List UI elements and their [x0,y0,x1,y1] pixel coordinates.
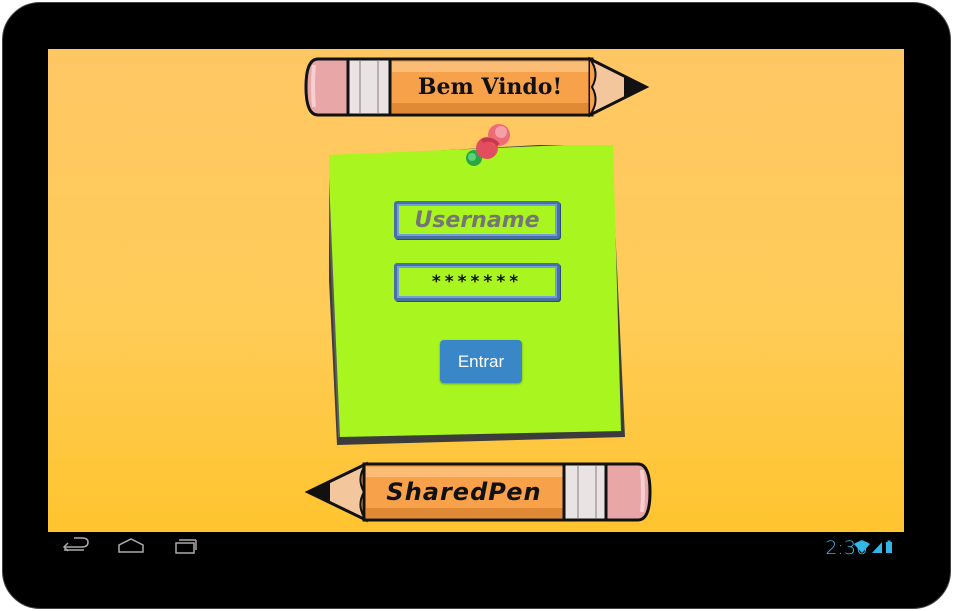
battery-icon [886,540,892,553]
username-input[interactable] [394,201,560,239]
brand-pencil-banner: SharedPen [304,460,652,524]
login-button[interactable]: Entrar [440,340,522,383]
signal-icon [872,542,882,553]
wifi-icon [854,541,870,553]
recents-icon[interactable] [168,532,202,562]
welcome-title: Bem Vindo! [417,74,563,100]
home-icon[interactable] [114,532,148,562]
password-input[interactable]: ******* [394,263,560,301]
system-navigation-bar: 2:30 [48,532,904,562]
welcome-pencil-banner: Bem Vindo! [304,55,652,121]
app-screen: Bem Vindo! ******* Entrar [48,49,904,532]
brand-name: SharedPen [386,478,542,506]
back-icon[interactable] [60,532,94,562]
pushpin-icon [460,121,516,171]
status-icons [854,539,894,555]
password-mask: ******* [431,272,523,292]
